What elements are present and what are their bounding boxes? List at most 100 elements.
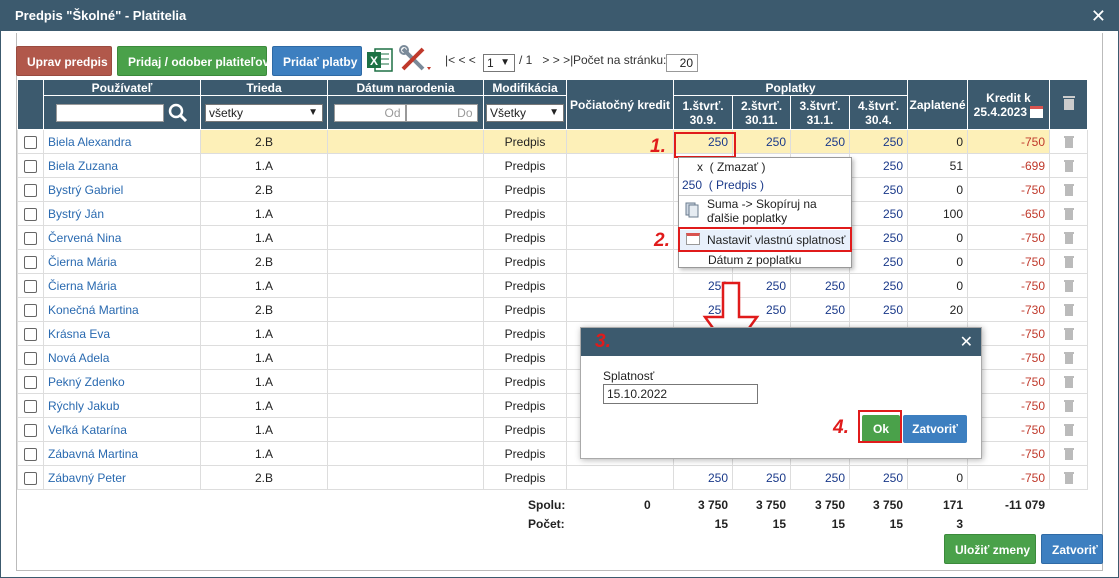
row-checkbox[interactable]	[24, 399, 37, 413]
add-remove-payers-button[interactable]: Pridaj / odober platiteľov	[117, 46, 269, 76]
dialog-close-button[interactable]: Zatvoriť	[903, 415, 967, 443]
trash-icon[interactable]	[1063, 279, 1075, 293]
trash-icon[interactable]	[1063, 303, 1075, 317]
trash-icon[interactable]	[1063, 351, 1075, 365]
row-checkbox[interactable]	[24, 207, 37, 221]
pager-prev[interactable]: < <	[458, 53, 475, 67]
user-name-cell[interactable]: Pekný Zdenko	[43, 369, 201, 394]
col-q2[interactable]: 2.štvrť. 30.11.	[732, 95, 791, 130]
col-user[interactable]: Používateľ	[43, 79, 201, 96]
table-row[interactable]: Bystrý Gabriel 2.B Predpis 250 0 -750	[17, 177, 1089, 202]
pager-last[interactable]: >|	[563, 53, 573, 67]
mod-filter-select[interactable]: Všetky ▼	[486, 103, 564, 122]
col-paid[interactable]: Zaplatené	[907, 79, 969, 130]
close-button[interactable]: Zatvoriť	[1041, 534, 1103, 564]
add-payments-button[interactable]: Pridať platby	[272, 46, 362, 76]
trash-icon[interactable]	[1062, 95, 1076, 111]
user-name-cell[interactable]: Biela Zuzana	[43, 153, 201, 178]
user-filter-input[interactable]	[56, 103, 165, 122]
col-q1[interactable]: 1.štvrť. 30.9.	[673, 95, 733, 130]
col-q3[interactable]: 3.štvrť. 31.1.	[790, 95, 850, 130]
trash-icon[interactable]	[1063, 255, 1075, 269]
fee-q4-cell[interactable]: 250	[848, 465, 909, 490]
user-name-cell[interactable]: Zábavná Martina	[43, 441, 201, 466]
table-row[interactable]: Čierna Mária 1.A Predpis 250 250 250 250 0 -750	[17, 273, 1089, 298]
fee-q1-cell[interactable]: 250	[673, 465, 733, 490]
fee-q3-cell[interactable]: 250	[790, 297, 850, 322]
table-row[interactable]: Čierna Mária 2.B Predpis 250 0 -750	[17, 249, 1089, 274]
menu-predpis[interactable]: 250 ( Predpis )	[682, 178, 854, 192]
row-checkbox[interactable]	[24, 183, 37, 197]
row-checkbox[interactable]	[24, 327, 37, 341]
close-icon[interactable]: ✕	[960, 332, 973, 352]
trash-icon[interactable]	[1063, 375, 1075, 389]
fee-q3-cell[interactable]: 250	[790, 129, 850, 154]
trash-icon[interactable]	[1063, 471, 1075, 485]
user-name-cell[interactable]: Biela Alexandra	[43, 129, 201, 154]
trash-icon[interactable]	[1063, 399, 1075, 413]
fee-q2-cell[interactable]: 250	[732, 129, 791, 154]
user-name-cell[interactable]: Nová Adela	[43, 345, 201, 370]
table-row[interactable]: Bystrý Ján 1.A Predpis 250 100 -650	[17, 201, 1089, 226]
table-row[interactable]: Biela Zuzana 1.A Predpis 250 51 -699	[17, 153, 1089, 178]
fee-q3-cell[interactable]: 250	[790, 465, 850, 490]
row-checkbox[interactable]	[24, 375, 37, 389]
user-name-cell[interactable]: Veľká Katarína	[43, 417, 201, 442]
col-initial-credit[interactable]: Počiatočný kredit	[566, 79, 674, 130]
fee-q3-cell[interactable]: 250	[790, 273, 850, 298]
user-name-cell[interactable]: Čierna Mária	[43, 273, 201, 298]
row-checkbox[interactable]	[24, 471, 37, 485]
col-q4[interactable]: 4.štvrť. 30.4.	[848, 95, 909, 130]
user-name-cell[interactable]: Konečná Martina	[43, 297, 201, 322]
pager-next[interactable]: > >	[542, 53, 559, 67]
tools-icon[interactable]	[399, 45, 435, 75]
row-checkbox[interactable]	[24, 351, 37, 365]
trash-icon[interactable]	[1063, 183, 1075, 197]
trash-icon[interactable]	[1063, 135, 1075, 149]
table-row[interactable]: Biela Alexandra 2.B Predpis 250 250 250 250 0 -7…	[17, 129, 1089, 154]
user-name-cell[interactable]: Bystrý Ján	[43, 201, 201, 226]
pager-first[interactable]: |<	[445, 53, 455, 67]
trash-icon[interactable]	[1063, 327, 1075, 341]
col-credit[interactable]: Kredit k 25.4.2023	[967, 79, 1051, 130]
fee-q4-cell[interactable]: 250	[848, 273, 909, 298]
trash-icon[interactable]	[1063, 231, 1075, 245]
user-name-cell[interactable]: Krásna Eva	[43, 321, 201, 346]
row-checkbox[interactable]	[24, 255, 37, 269]
trash-icon[interactable]	[1063, 159, 1075, 173]
row-checkbox[interactable]	[24, 423, 37, 437]
menu-delete[interactable]: x ( Zmazať )	[697, 160, 869, 174]
excel-export-icon[interactable]: X	[366, 46, 394, 74]
birth-from-input[interactable]: Od	[333, 103, 406, 122]
trash-icon[interactable]	[1063, 207, 1075, 221]
row-checkbox[interactable]	[24, 231, 37, 245]
close-icon[interactable]: ✕	[1091, 1, 1106, 31]
trash-icon[interactable]	[1063, 447, 1075, 461]
search-icon[interactable]	[168, 103, 188, 123]
table-row[interactable]: Červená Nina 1.A Predpis 250 0 -750	[17, 225, 1089, 250]
calendar-icon[interactable]	[1030, 106, 1044, 119]
user-name-cell[interactable]: Červená Nina	[43, 225, 201, 250]
due-date-input[interactable]: 15.10.2022	[603, 384, 758, 404]
per-page-input[interactable]: 20	[666, 54, 698, 72]
row-checkbox[interactable]	[24, 279, 37, 293]
fee-q4-cell[interactable]: 250	[848, 201, 909, 226]
user-name-cell[interactable]: Bystrý Gabriel	[43, 177, 201, 202]
edit-prescription-button[interactable]: Uprav predpis	[16, 46, 112, 76]
table-row[interactable]: Zábavný Peter 2.B Predpis 250 250 250 250 0 -750	[17, 465, 1089, 490]
col-birth[interactable]: Dátum narodenia	[327, 79, 484, 96]
birth-to-input[interactable]: Do	[405, 103, 478, 122]
page-select[interactable]: 1 ▼	[483, 54, 515, 72]
row-checkbox[interactable]	[24, 159, 37, 173]
col-mod[interactable]: Modifikácia	[483, 79, 567, 96]
user-name-cell[interactable]: Čierna Mária	[43, 249, 201, 274]
menu-fee-date[interactable]: Dátum z poplatku	[708, 253, 880, 267]
fee-q4-cell[interactable]: 250	[848, 297, 909, 322]
user-name-cell[interactable]: Rýchly Jakub	[43, 393, 201, 418]
table-row[interactable]: Konečná Martina 2.B Predpis 250 250 250 250 20-…	[17, 297, 1089, 322]
row-checkbox[interactable]	[24, 303, 37, 317]
col-class[interactable]: Trieda	[200, 79, 328, 96]
fee-q4-cell[interactable]: 250	[848, 225, 909, 250]
save-changes-button[interactable]: Uložiť zmeny	[944, 534, 1036, 564]
fee-q4-cell[interactable]: 250	[848, 177, 909, 202]
